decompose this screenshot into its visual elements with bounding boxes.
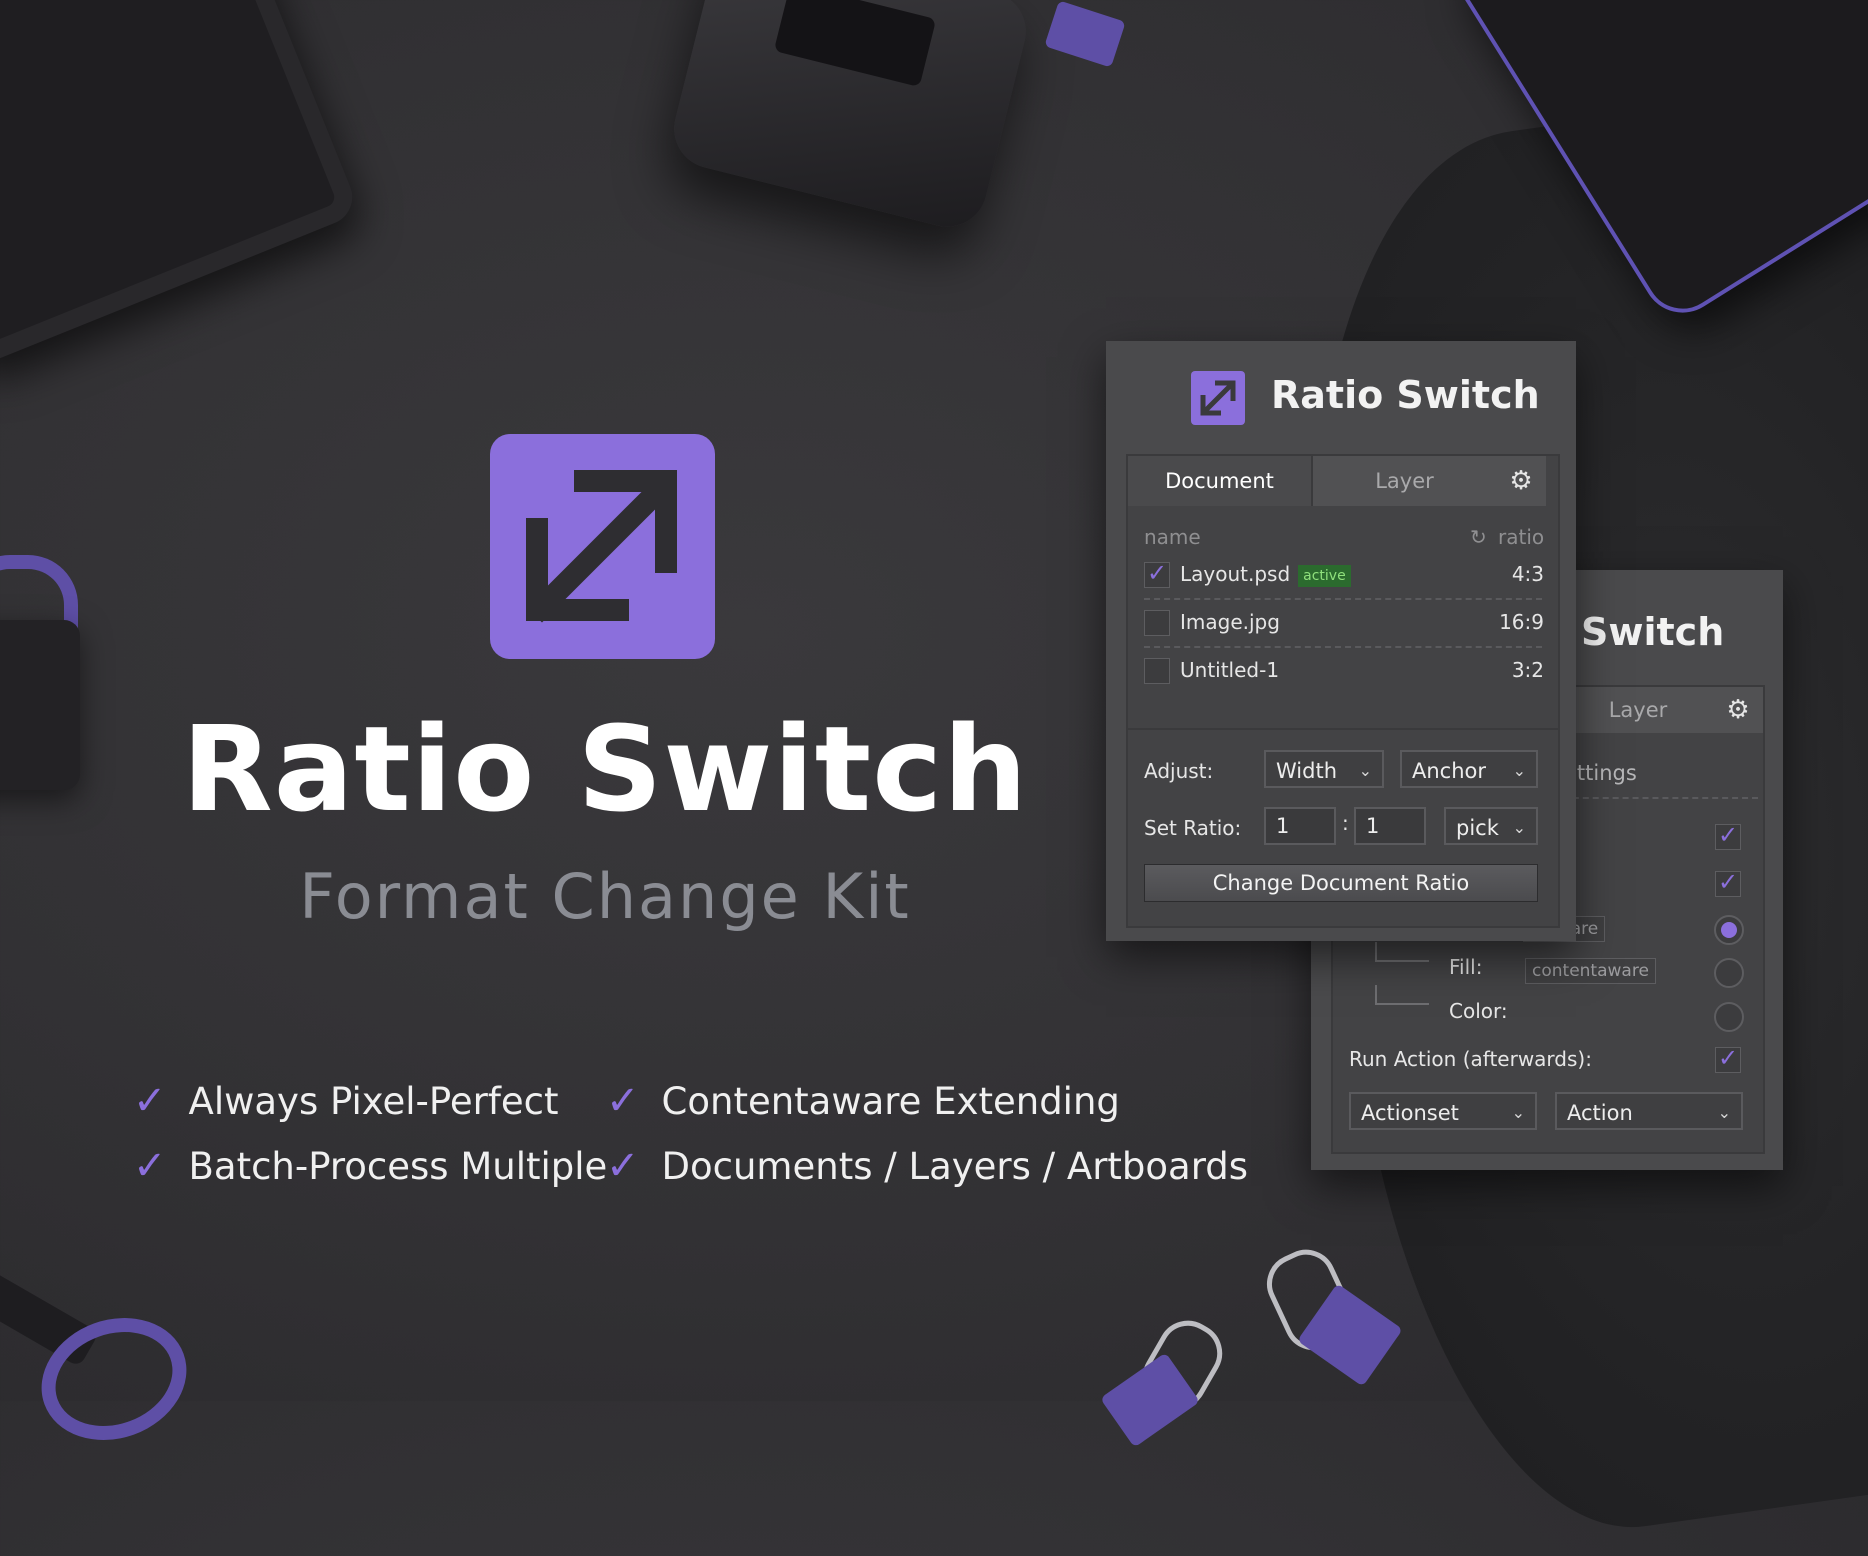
checkmark-icon: ✓ xyxy=(606,1143,640,1189)
chevron-down-icon: ⌄ xyxy=(1512,761,1526,780)
document-checkbox[interactable] xyxy=(1144,610,1170,636)
chevron-down-icon: ⌄ xyxy=(1512,818,1526,837)
run-action-checkbox[interactable] xyxy=(1715,1044,1741,1073)
anchor-select[interactable]: Anchor ⌄ xyxy=(1400,750,1538,788)
set-ratio-label: Set Ratio: xyxy=(1144,816,1242,840)
feature-item: ✓ Contentaware Extending xyxy=(606,1078,1120,1124)
setting-checkbox[interactable] xyxy=(1715,868,1741,897)
actionset-select[interactable]: Actionset ⌄ xyxy=(1349,1092,1537,1130)
gear-icon[interactable]: ⚙ xyxy=(1713,687,1763,733)
document-name[interactable]: Untitled-1 xyxy=(1180,658,1279,682)
document-ratio: 4:3 xyxy=(1511,562,1544,586)
document-checkbox[interactable] xyxy=(1144,658,1170,684)
document-ratio: 16:9 xyxy=(1499,610,1544,634)
fill-contentaware-radio[interactable] xyxy=(1714,958,1744,988)
column-header-name: name xyxy=(1144,525,1201,549)
document-ratio: 3:2 xyxy=(1511,658,1544,682)
fill-contentaware-tag: contentaware xyxy=(1525,958,1656,984)
adjust-label: Adjust: xyxy=(1144,759,1214,783)
chevron-down-icon: ⌄ xyxy=(1358,761,1372,780)
fill-radio[interactable] xyxy=(1714,915,1744,945)
checkmark-icon: ✓ xyxy=(133,1078,167,1124)
action-select[interactable]: Action ⌄ xyxy=(1555,1092,1743,1130)
color-radio[interactable] xyxy=(1714,1002,1744,1032)
column-header-ratio: ratio xyxy=(1498,525,1545,549)
chevron-down-icon: ⌄ xyxy=(1511,1103,1525,1122)
tree-connector xyxy=(1375,942,1429,962)
panel-body: Document Layer ⚙ name ↻ ratio Layout.psd… xyxy=(1126,454,1560,928)
tab-layer[interactable]: Layer xyxy=(1313,456,1498,506)
panel-title: Switch xyxy=(1581,610,1725,654)
divider xyxy=(1144,598,1542,600)
color-label: Color: xyxy=(1449,999,1508,1023)
ratio-width-input[interactable]: 1 xyxy=(1264,807,1336,845)
ratio-separator: : xyxy=(1342,811,1349,835)
setting-checkbox[interactable] xyxy=(1715,821,1741,850)
feature-item: ✓ Batch-Process Multiple xyxy=(133,1143,608,1189)
tab-layer[interactable]: Layer xyxy=(1563,687,1715,733)
gear-icon[interactable]: ⚙ xyxy=(1496,456,1546,506)
document-name[interactable]: Layout.psd active xyxy=(1180,562,1351,587)
hole-punch-clip-decoration xyxy=(1044,0,1126,68)
ratio-height-input[interactable]: 1 xyxy=(1354,807,1426,845)
document-checkbox[interactable] xyxy=(1144,559,1170,588)
divider xyxy=(1144,646,1542,648)
run-action-label: Run Action (afterwards): xyxy=(1349,1047,1592,1071)
change-document-ratio-button[interactable]: Change Document Ratio xyxy=(1144,864,1538,902)
checkmark-icon: ✓ xyxy=(133,1143,167,1189)
adjust-select[interactable]: Width ⌄ xyxy=(1264,750,1384,788)
hero-title: Ratio Switch xyxy=(181,700,1029,838)
panel-title: Ratio Switch xyxy=(1271,373,1540,417)
chevron-down-icon: ⌄ xyxy=(1717,1103,1731,1122)
feature-item: ✓ Documents / Layers / Artboards xyxy=(606,1143,1249,1189)
feature-item: ✓ Always Pixel-Perfect xyxy=(133,1078,559,1124)
refresh-icon[interactable]: ↻ xyxy=(1470,525,1487,549)
document-name[interactable]: Image.jpg xyxy=(1180,610,1280,634)
diagonal-resize-arrows-icon xyxy=(490,434,715,659)
tree-connector xyxy=(1375,985,1429,1005)
diagonal-resize-arrows-icon xyxy=(1191,371,1245,425)
section-divider xyxy=(1128,728,1558,730)
desk-tray-decoration xyxy=(0,0,361,369)
fill-label: Fill: xyxy=(1449,955,1483,979)
checkmark-icon: ✓ xyxy=(606,1078,640,1124)
ratio-switch-panel: Ratio Switch Document Layer ⚙ name ↻ rat… xyxy=(1106,341,1576,941)
status-badge: active xyxy=(1298,564,1351,587)
tab-document[interactable]: Document xyxy=(1128,456,1313,506)
hero-subtitle: Format Change Kit xyxy=(299,860,911,933)
pick-ratio-select[interactable]: pick ⌄ xyxy=(1444,807,1538,845)
